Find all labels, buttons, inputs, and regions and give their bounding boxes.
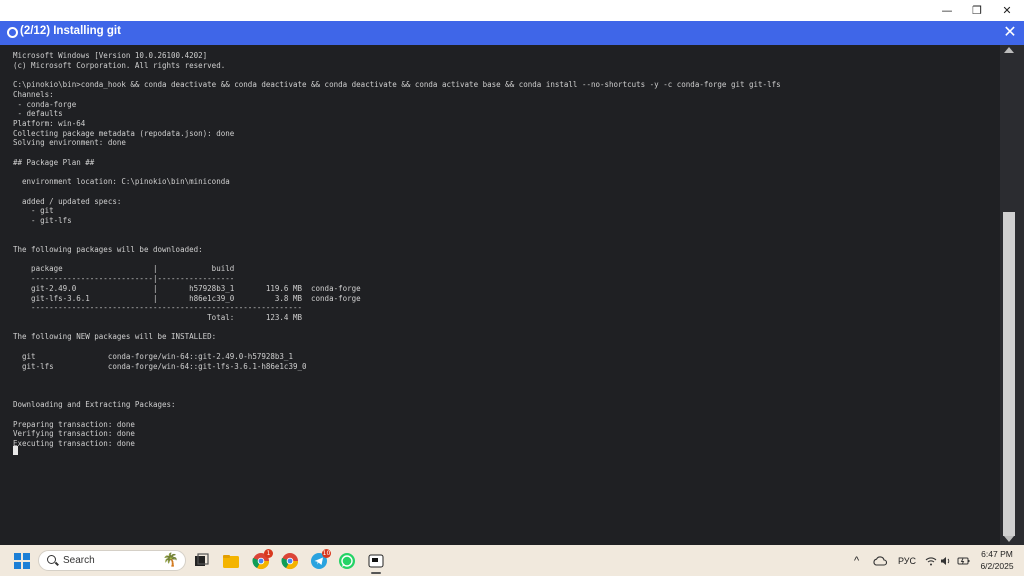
scroll-down-arrow-icon[interactable] [1004, 536, 1014, 542]
search-placeholder: Search [63, 555, 95, 566]
battery-icon[interactable] [957, 545, 971, 576]
chrome-profile-icon[interactable] [281, 552, 299, 570]
loading-spinner-icon [7, 27, 18, 38]
task-view-icon[interactable] [192, 552, 210, 570]
header-close-button[interactable]: ✕ [1002, 24, 1018, 40]
terminal-panel[interactable]: Microsoft Windows [Version 10.0.26100.42… [0, 45, 1000, 545]
taskbar-search-box[interactable]: Search 🌴 [38, 550, 186, 571]
taskbar: Search 🌴 1 10 ^ РУС 6:47 PM 6/2/2025 [0, 545, 1024, 576]
chevron-up-icon: ^ [854, 554, 860, 567]
taskbar-clock[interactable]: 6:47 PM 6/2/2025 [976, 548, 1018, 572]
window-title-bar: — ❐ ✕ [0, 0, 1024, 21]
wifi-icon[interactable] [925, 545, 937, 576]
whatsapp-icon[interactable] [338, 552, 356, 570]
window-close-button[interactable]: ✕ [990, 0, 1024, 21]
minimize-button[interactable]: — [930, 0, 964, 21]
clock-time: 6:47 PM [981, 549, 1013, 559]
palm-tree-icon: 🌴 [162, 552, 179, 567]
pinokio-icon[interactable] [367, 552, 385, 574]
chrome-badge: 1 [264, 549, 273, 558]
scrollbar-thumb[interactable] [1003, 212, 1015, 536]
clock-date: 6/2/2025 [980, 561, 1014, 571]
install-header: (2/12) Installing git ✕ [0, 21, 1024, 45]
active-app-indicator [371, 572, 381, 574]
language-indicator[interactable]: РУС [898, 545, 916, 576]
terminal-scrollbar[interactable] [1000, 45, 1024, 545]
terminal-cursor [13, 446, 18, 455]
cloud-icon[interactable] [873, 545, 887, 576]
telegram-badge: 10 [322, 549, 331, 558]
tray-overflow-button[interactable]: ^ [854, 545, 859, 576]
volume-icon[interactable] [940, 545, 952, 576]
chrome-icon[interactable]: 1 [252, 549, 273, 570]
windows-start-icon[interactable] [14, 553, 30, 569]
terminal-output: Microsoft Windows [Version 10.0.26100.42… [13, 51, 781, 449]
file-explorer-icon[interactable] [222, 552, 240, 570]
restore-button[interactable]: ❐ [960, 0, 994, 21]
install-title: (2/12) Installing git [20, 25, 121, 37]
telegram-icon[interactable]: 10 [310, 549, 331, 570]
scroll-up-arrow-icon[interactable] [1004, 47, 1014, 53]
search-icon [47, 555, 56, 564]
